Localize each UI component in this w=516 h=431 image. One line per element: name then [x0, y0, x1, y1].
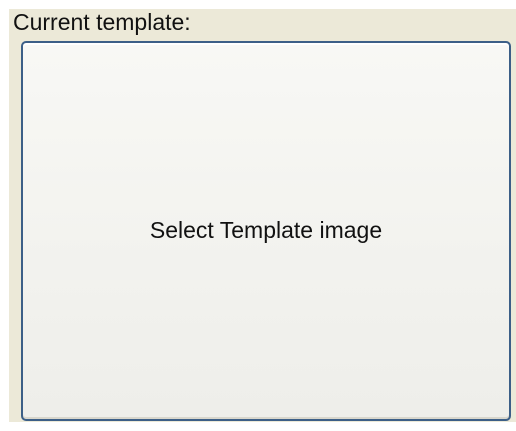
select-template-image-button[interactable]: Select Template image: [21, 41, 511, 421]
current-template-label: Current template:: [13, 9, 191, 35]
select-template-image-label: Select Template image: [149, 216, 383, 243]
